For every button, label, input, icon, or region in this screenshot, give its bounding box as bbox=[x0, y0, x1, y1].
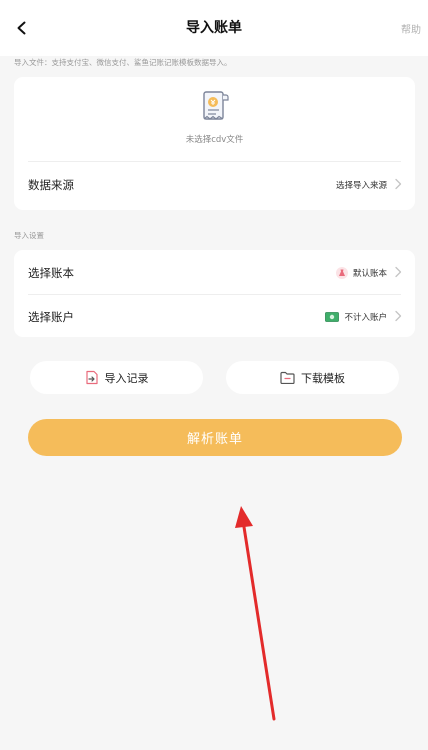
import-history-label: 导入记录 bbox=[104, 371, 149, 385]
data-source-row[interactable]: 数据来源 选择导入来源 bbox=[14, 162, 415, 206]
top-bar: 导入账单 帮助 bbox=[0, 0, 428, 56]
file-card: 未选择cdv文件 数据来源 选择导入来源 bbox=[14, 77, 415, 210]
ledger-label: 选择账本 bbox=[28, 266, 74, 280]
page-title: 导入账单 bbox=[186, 20, 242, 36]
account-label: 选择账户 bbox=[28, 310, 74, 324]
settings-hint: 导入设置 bbox=[14, 231, 44, 240]
import-history-button[interactable]: 导入记录 bbox=[30, 361, 203, 394]
data-source-value: 选择导入来源 bbox=[336, 179, 387, 191]
ledger-row[interactable]: 选择账本 默认账本 bbox=[14, 250, 415, 294]
cash-icon bbox=[325, 312, 340, 322]
import-record-icon bbox=[85, 370, 98, 385]
data-source-value-text: 选择导入来源 bbox=[335, 181, 387, 191]
import-hint: 导入文件：支持支付宝、微信支付、鲨鱼记账记账模板数据导入。 bbox=[14, 58, 232, 67]
bill-file-icon bbox=[203, 91, 229, 120]
chevron-right-icon bbox=[395, 266, 402, 278]
chevron-right-icon bbox=[395, 178, 402, 190]
account-value-text: 不计入账户 bbox=[344, 313, 387, 323]
parse-bill-button[interactable]: 解析账单 bbox=[28, 419, 402, 456]
chevron-right-icon bbox=[395, 310, 402, 322]
account-row[interactable]: 选择账户 不计入账户 bbox=[14, 294, 415, 338]
file-picker[interactable]: 未选择cdv文件 bbox=[14, 77, 415, 161]
ledger-value: 默认账本 bbox=[335, 267, 387, 279]
folder-icon bbox=[280, 371, 295, 384]
ledger-value-text: 默认账本 bbox=[352, 269, 387, 279]
download-template-button[interactable]: 下载模板 bbox=[226, 361, 399, 394]
account-value: 不计入账户 bbox=[325, 311, 387, 323]
parse-bill-label: 解析账单 bbox=[186, 432, 243, 447]
file-empty-text: 未选择cdv文件 bbox=[185, 135, 244, 145]
download-template-label: 下载模板 bbox=[301, 371, 345, 385]
help-link[interactable]: 帮助 bbox=[401, 21, 421, 36]
data-source-label: 数据来源 bbox=[28, 178, 74, 192]
settings-card: 选择账本 默认账本 选择账户 不计入账户 bbox=[14, 250, 415, 337]
ledger-dress-icon bbox=[335, 267, 348, 279]
